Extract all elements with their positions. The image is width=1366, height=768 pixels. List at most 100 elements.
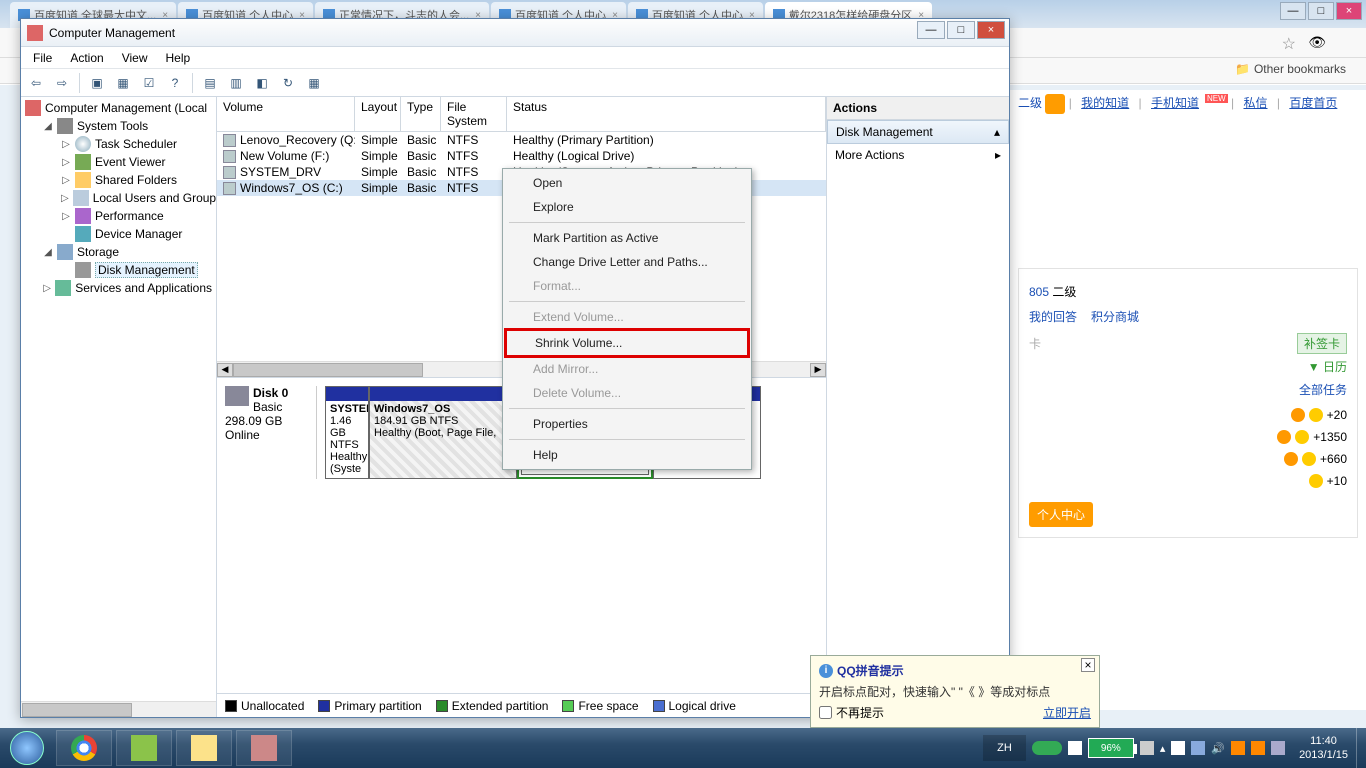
my-answers-tab[interactable]: 我的回答	[1029, 310, 1077, 324]
expand-icon[interactable]: ▷	[61, 175, 71, 186]
extension-icon[interactable]: 👁	[1308, 34, 1326, 51]
nav-back-button[interactable]: ⇦	[25, 72, 47, 94]
tray-icon[interactable]	[1068, 741, 1082, 755]
ctx-mark-active[interactable]: Mark Partition as Active	[505, 226, 749, 250]
help-button[interactable]: ?	[164, 72, 186, 94]
show-desktop-button[interactable]	[1356, 728, 1366, 768]
volume-icon[interactable]: 🔊	[1211, 742, 1225, 755]
tree-services[interactable]: ▷Services and Applications	[41, 279, 214, 297]
ctx-shrink-volume[interactable]: Shrink Volume...	[507, 331, 747, 355]
tree-performance[interactable]: ▷Performance	[59, 207, 214, 225]
taskbar-messenger[interactable]	[116, 730, 172, 766]
taskbar-computer-management[interactable]	[236, 730, 292, 766]
bookmark-star-icon[interactable]: ☆	[1282, 34, 1296, 54]
clock[interactable]: 11:40 2013/1/15	[1291, 732, 1356, 764]
tree-storage[interactable]: ◢Storage	[41, 243, 214, 261]
calendar-toggle[interactable]: ▼ 日历	[1029, 358, 1347, 375]
username-link[interactable]: 805	[1029, 285, 1049, 299]
expand-icon[interactable]: ▷	[43, 283, 51, 294]
window-titlebar[interactable]: Computer Management — □ ×	[21, 19, 1009, 47]
taskbar-chrome[interactable]	[56, 730, 112, 766]
toolbar-button[interactable]: ◧	[251, 72, 273, 94]
enable-link[interactable]: 立即开启	[1043, 704, 1091, 721]
tree-horizontal-scrollbar[interactable]	[21, 701, 216, 717]
tray-icon[interactable]	[1032, 741, 1062, 755]
partition-system-drv[interactable]: SYSTEM_DRV 1.46 GB NTFS Healthy (Syste	[325, 386, 369, 479]
actions-more[interactable]: More Actions▸	[827, 144, 1009, 166]
window-maximize-button[interactable]: □	[947, 21, 975, 39]
scroll-left-button[interactable]: ◀	[217, 363, 233, 377]
tooltip-close-button[interactable]: ×	[1081, 658, 1095, 672]
partition-windows7-os[interactable]: Windows7_OS 184.91 GB NTFS Healthy (Boot…	[369, 386, 517, 479]
other-bookmarks-button[interactable]: 📁 Other bookmarks	[1235, 62, 1346, 76]
expand-icon[interactable]: ▷	[61, 211, 71, 222]
nav-forward-button[interactable]: ⇨	[51, 72, 73, 94]
column-header-type[interactable]: Type	[401, 97, 441, 131]
tree-event-viewer[interactable]: ▷Event Viewer	[59, 153, 214, 171]
user-center-button[interactable]: 个人中心	[1029, 502, 1093, 527]
ctx-open[interactable]: Open	[505, 171, 749, 195]
sign-card-button[interactable]: 补签卡	[1297, 333, 1347, 354]
column-header-status[interactable]: Status	[507, 97, 826, 131]
tree-task-scheduler[interactable]: ▷Task Scheduler	[59, 135, 214, 153]
tree-root[interactable]: Computer Management (Local	[23, 99, 214, 117]
browser-maximize-button[interactable]: □	[1308, 2, 1334, 20]
scrollbar-thumb[interactable]	[22, 703, 132, 717]
my-zhidao-link[interactable]: 我的知道	[1081, 96, 1129, 110]
menu-view[interactable]: View	[114, 49, 156, 67]
expand-icon[interactable]: ▷	[61, 157, 71, 168]
tray-icon[interactable]	[1251, 741, 1265, 755]
browser-close-button[interactable]: ×	[1336, 2, 1362, 20]
tree-disk-management[interactable]: Disk Management	[59, 261, 214, 279]
menu-help[interactable]: Help	[158, 49, 199, 67]
collapse-icon[interactable]: ◢	[43, 121, 53, 132]
tree-local-users[interactable]: ▷Local Users and Groups	[59, 189, 214, 207]
toolbar-button[interactable]: ▦	[303, 72, 325, 94]
column-header-volume[interactable]: Volume	[217, 97, 355, 131]
toolbar-button[interactable]: ▥	[225, 72, 247, 94]
mobile-zhidao-link[interactable]: 手机知道	[1151, 96, 1199, 110]
tray-icon[interactable]	[1140, 741, 1154, 755]
ctx-change-drive-letter[interactable]: Change Drive Letter and Paths...	[505, 250, 749, 274]
no-remind-checkbox[interactable]: 不再提示	[819, 704, 884, 721]
tray-icon[interactable]	[1231, 741, 1245, 755]
network-icon[interactable]	[1191, 741, 1205, 755]
tree-system-tools[interactable]: ◢System Tools	[41, 117, 214, 135]
battery-indicator[interactable]: 96%	[1088, 738, 1134, 758]
baidu-home-link[interactable]: 百度首页	[1289, 96, 1337, 110]
tray-expand-icon[interactable]: ▴	[1160, 742, 1166, 755]
toolbar-button[interactable]: ▤	[199, 72, 221, 94]
taskbar-explorer[interactable]	[176, 730, 232, 766]
actions-disk-management[interactable]: Disk Management▴	[827, 120, 1009, 144]
column-header-filesystem[interactable]: File System	[441, 97, 507, 131]
properties-button[interactable]: ☑	[138, 72, 160, 94]
menu-file[interactable]: File	[25, 49, 60, 67]
tree-device-manager[interactable]: Device Manager	[59, 225, 214, 243]
expand-icon[interactable]: ▷	[61, 139, 71, 150]
expand-icon[interactable]: ▷	[61, 193, 69, 204]
menu-action[interactable]: Action	[62, 49, 111, 67]
window-minimize-button[interactable]: —	[917, 21, 945, 39]
disk-header[interactable]: Disk 0 Basic 298.09 GB Online	[225, 386, 317, 479]
tray-icon[interactable]	[1271, 741, 1285, 755]
window-close-button[interactable]: ×	[977, 21, 1005, 39]
all-tasks-link[interactable]: 全部任务	[1299, 383, 1347, 397]
messages-link[interactable]: 私信	[1244, 96, 1268, 110]
ctx-properties[interactable]: Properties	[505, 412, 749, 436]
column-header-layout[interactable]: Layout	[355, 97, 401, 131]
scrollbar-thumb[interactable]	[233, 363, 423, 377]
volume-row[interactable]: New Volume (F:)SimpleBasicNTFSHealthy (L…	[217, 148, 826, 164]
ctx-explore[interactable]: Explore	[505, 195, 749, 219]
volume-row[interactable]: Lenovo_Recovery (Q:)SimpleBasicNTFSHealt…	[217, 132, 826, 148]
refresh-button[interactable]: ↻	[277, 72, 299, 94]
collapse-icon[interactable]: ◢	[43, 247, 53, 258]
up-button[interactable]: ▣	[86, 72, 108, 94]
action-center-icon[interactable]	[1171, 741, 1185, 755]
tree-shared-folders[interactable]: ▷Shared Folders	[59, 171, 214, 189]
points-shop-tab[interactable]: 积分商城	[1091, 310, 1139, 324]
browser-minimize-button[interactable]: —	[1280, 2, 1306, 20]
scroll-right-button[interactable]: ▶	[810, 363, 826, 377]
show-hide-tree-button[interactable]: ▦	[112, 72, 134, 94]
ctx-help[interactable]: Help	[505, 443, 749, 467]
notification-badge-icon[interactable]	[1045, 94, 1065, 114]
